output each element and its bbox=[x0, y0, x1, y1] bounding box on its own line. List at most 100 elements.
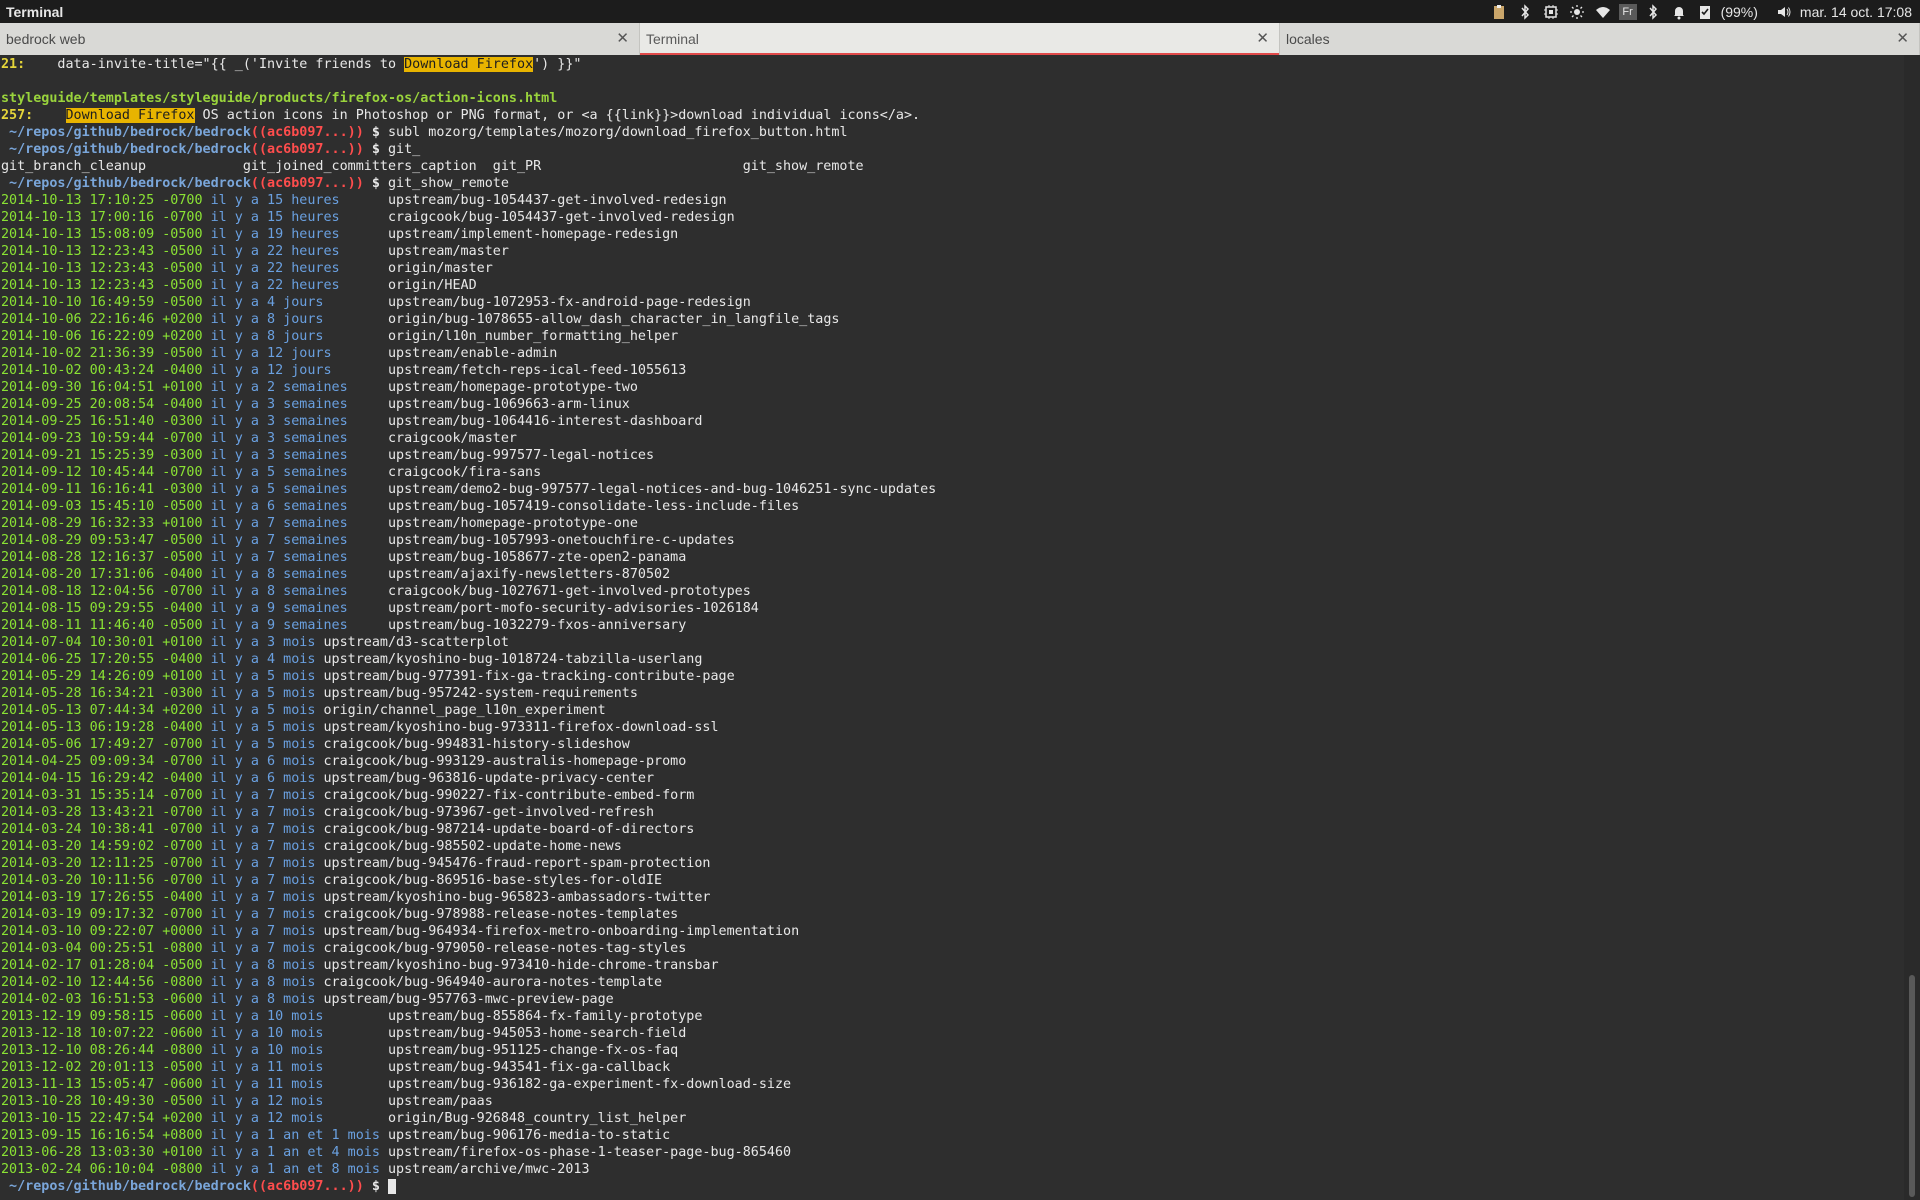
ref-date: 2013-10-15 22:47:54 +0200 bbox=[1, 1111, 203, 1126]
ref-branch: upstream/bug-1057993-onetouchfire-c-upda… bbox=[387, 533, 735, 548]
ref-branch: upstream/homepage-prototype-two bbox=[387, 380, 638, 395]
ref-branch: upstream/bug-963816-update-privacy-cente… bbox=[323, 771, 655, 786]
grep-match: Download Firefox bbox=[65, 108, 195, 123]
ref-branch: craigcook/bug-987214-update-board-of-dir… bbox=[323, 822, 695, 837]
ref-branch: upstream/bug-1072953-fx-android-page-red… bbox=[387, 295, 751, 310]
terminal-line: 2013-10-28 10:49:30 -0500 il y a 12 mois… bbox=[1, 1093, 1904, 1110]
ref-branch: craigcook/bug-993129-australis-homepage-… bbox=[323, 754, 687, 769]
ref-spacing bbox=[340, 193, 388, 208]
ref-date: 2014-10-13 17:00:16 -0700 bbox=[1, 210, 203, 225]
ref-spacing bbox=[348, 482, 388, 497]
ref-date: 2014-04-25 09:09:34 -0700 bbox=[1, 754, 203, 769]
ref-branch: upstream/kyoshino-bug-1018724-tabzilla-u… bbox=[323, 652, 703, 667]
terminal-line: 2014-10-06 16:22:09 +0200 il y a 8 jours… bbox=[1, 328, 1904, 345]
ref-relative-time: il y a 1 an et 1 mois bbox=[210, 1128, 380, 1143]
prompt-path: ~/repos/github/bedrock/bedrock bbox=[1, 176, 251, 191]
ref-branch: upstream/demo2-bug-997577-legal-notices-… bbox=[387, 482, 937, 497]
bluetooth-icon[interactable] bbox=[1643, 2, 1663, 22]
ref-relative-time: il y a 5 mois bbox=[210, 686, 316, 701]
ref-branch: upstream/bug-1064416-interest-dashboard bbox=[387, 414, 703, 429]
ref-date: 2014-10-10 16:49:59 -0500 bbox=[1, 295, 203, 310]
tab-label: locales bbox=[1286, 31, 1330, 47]
tab-locales[interactable]: locales ✕ bbox=[1280, 23, 1920, 55]
ref-spacing bbox=[348, 380, 388, 395]
terminal-output[interactable]: 21: data-invite-title="{{ _('Invite frie… bbox=[0, 55, 1904, 1200]
ref-date: 2014-10-13 12:23:43 -0500 bbox=[1, 261, 203, 276]
close-icon[interactable]: ✕ bbox=[1256, 29, 1269, 47]
ref-date: 2014-08-28 12:16:37 -0500 bbox=[1, 550, 203, 565]
ref-branch: upstream/paas bbox=[387, 1094, 493, 1109]
ref-relative-time: il y a 9 semaines bbox=[210, 601, 348, 616]
ref-date: 2014-03-19 09:17:32 -0700 bbox=[1, 907, 203, 922]
scrollbar[interactable] bbox=[1904, 55, 1920, 1200]
terminal-line: 2014-03-28 13:43:21 -0700 il y a 7 mois … bbox=[1, 804, 1904, 821]
cpu-icon[interactable] bbox=[1541, 2, 1561, 22]
ref-date: 2014-10-13 17:10:25 -0700 bbox=[1, 193, 203, 208]
terminal-line: 2013-06-28 13:03:30 +0100 il y a 1 an et… bbox=[1, 1144, 1904, 1161]
ref-date: 2014-07-04 10:30:01 +0100 bbox=[1, 635, 203, 650]
ref-branch: upstream/fetch-reps-ical-feed-1055613 bbox=[387, 363, 687, 378]
ref-spacing bbox=[380, 1162, 388, 1177]
ref-relative-time: il y a 6 semaines bbox=[210, 499, 348, 514]
ref-date: 2014-02-17 01:28:04 -0500 bbox=[1, 958, 203, 973]
ref-branch: craigcook/bug-973967-get-involved-refres… bbox=[323, 805, 655, 820]
ref-spacing bbox=[340, 261, 388, 276]
grep-text: ') }}" bbox=[533, 57, 582, 72]
ref-relative-time: il y a 10 mois bbox=[210, 1043, 324, 1058]
ref-date: 2014-08-11 11:46:40 -0500 bbox=[1, 618, 203, 633]
ref-relative-time: il y a 8 jours bbox=[210, 329, 324, 344]
ref-spacing bbox=[332, 346, 388, 361]
ref-spacing bbox=[323, 1043, 388, 1058]
volume-icon[interactable] bbox=[1774, 2, 1794, 22]
ref-date: 2014-08-29 09:53:47 -0500 bbox=[1, 533, 203, 548]
ref-branch: upstream/master bbox=[387, 244, 509, 259]
clock[interactable]: mar. 14 oct. 17:08 bbox=[1800, 4, 1912, 20]
ref-branch: upstream/archive/mwc-2013 bbox=[387, 1162, 590, 1177]
ref-date: 2014-09-25 16:51:40 -0300 bbox=[1, 414, 203, 429]
ref-spacing bbox=[323, 1094, 388, 1109]
ref-relative-time: il y a 3 semaines bbox=[210, 397, 348, 412]
terminal-line: 2014-10-13 12:23:43 -0500 il y a 22 heur… bbox=[1, 260, 1904, 277]
terminal-line: 2014-02-03 16:51:53 -0600 il y a 8 mois … bbox=[1, 991, 1904, 1008]
ref-relative-time: il y a 8 mois bbox=[210, 992, 316, 1007]
terminal-line: styleguide/templates/styleguide/products… bbox=[1, 90, 1904, 107]
completion-list: git_branch_cleanup git_joined_committers… bbox=[1, 159, 864, 174]
brightness-icon[interactable] bbox=[1567, 2, 1587, 22]
keyboard-layout-icon[interactable]: Fr bbox=[1618, 3, 1637, 20]
scroll-thumb[interactable] bbox=[1909, 975, 1915, 1197]
close-icon[interactable]: ✕ bbox=[616, 29, 629, 47]
terminal-line: 2014-10-13 17:00:16 -0700 il y a 15 heur… bbox=[1, 209, 1904, 226]
ref-spacing bbox=[348, 431, 388, 446]
ref-relative-time: il y a 10 mois bbox=[210, 1026, 324, 1041]
ref-spacing bbox=[348, 533, 388, 548]
grep-text: data-invite-title="{{ _('Invite friends … bbox=[25, 57, 405, 72]
terminal-line: 2014-03-20 12:11:25 -0700 il y a 7 mois … bbox=[1, 855, 1904, 872]
clipboard-icon[interactable] bbox=[1489, 2, 1509, 22]
tab-terminal[interactable]: Terminal ✕ bbox=[640, 23, 1280, 55]
ref-spacing bbox=[348, 618, 388, 633]
bell-icon[interactable] bbox=[1669, 2, 1689, 22]
ref-relative-time: il y a 8 mois bbox=[210, 975, 316, 990]
ref-spacing bbox=[323, 1077, 388, 1092]
checklist-icon[interactable] bbox=[1695, 2, 1715, 22]
terminal-line: 2014-08-29 16:32:33 +0100 il y a 7 semai… bbox=[1, 515, 1904, 532]
tab-bedrock-web[interactable]: bedrock web ✕ bbox=[0, 23, 640, 55]
ref-date: 2014-10-13 12:23:43 -0500 bbox=[1, 278, 203, 293]
ref-branch: upstream/bug-945053-home-search-field bbox=[387, 1026, 687, 1041]
ref-relative-time: il y a 22 heures bbox=[210, 244, 340, 259]
ref-relative-time: il y a 4 mois bbox=[210, 652, 316, 667]
ref-relative-time: il y a 7 mois bbox=[210, 941, 316, 956]
terminal-line: 2014-10-02 21:36:39 -0500 il y a 12 jour… bbox=[1, 345, 1904, 362]
ref-date: 2014-04-15 16:29:42 -0400 bbox=[1, 771, 203, 786]
prompt-path: ~/repos/github/bedrock/bedrock bbox=[1, 125, 251, 140]
close-icon[interactable]: ✕ bbox=[1896, 29, 1909, 47]
bluetooth-icon[interactable] bbox=[1515, 2, 1535, 22]
ref-date: 2013-12-10 08:26:44 -0800 bbox=[1, 1043, 203, 1058]
ref-relative-time: il y a 8 semaines bbox=[210, 584, 348, 599]
wifi-icon[interactable] bbox=[1593, 2, 1613, 22]
ref-spacing bbox=[348, 550, 388, 565]
terminal-line: 2013-12-02 20:01:13 -0500 il y a 11 mois… bbox=[1, 1059, 1904, 1076]
prompt-symbol: $ bbox=[363, 125, 380, 140]
battery-percentage[interactable]: (99%) bbox=[1721, 4, 1758, 20]
ref-spacing bbox=[380, 1128, 388, 1143]
